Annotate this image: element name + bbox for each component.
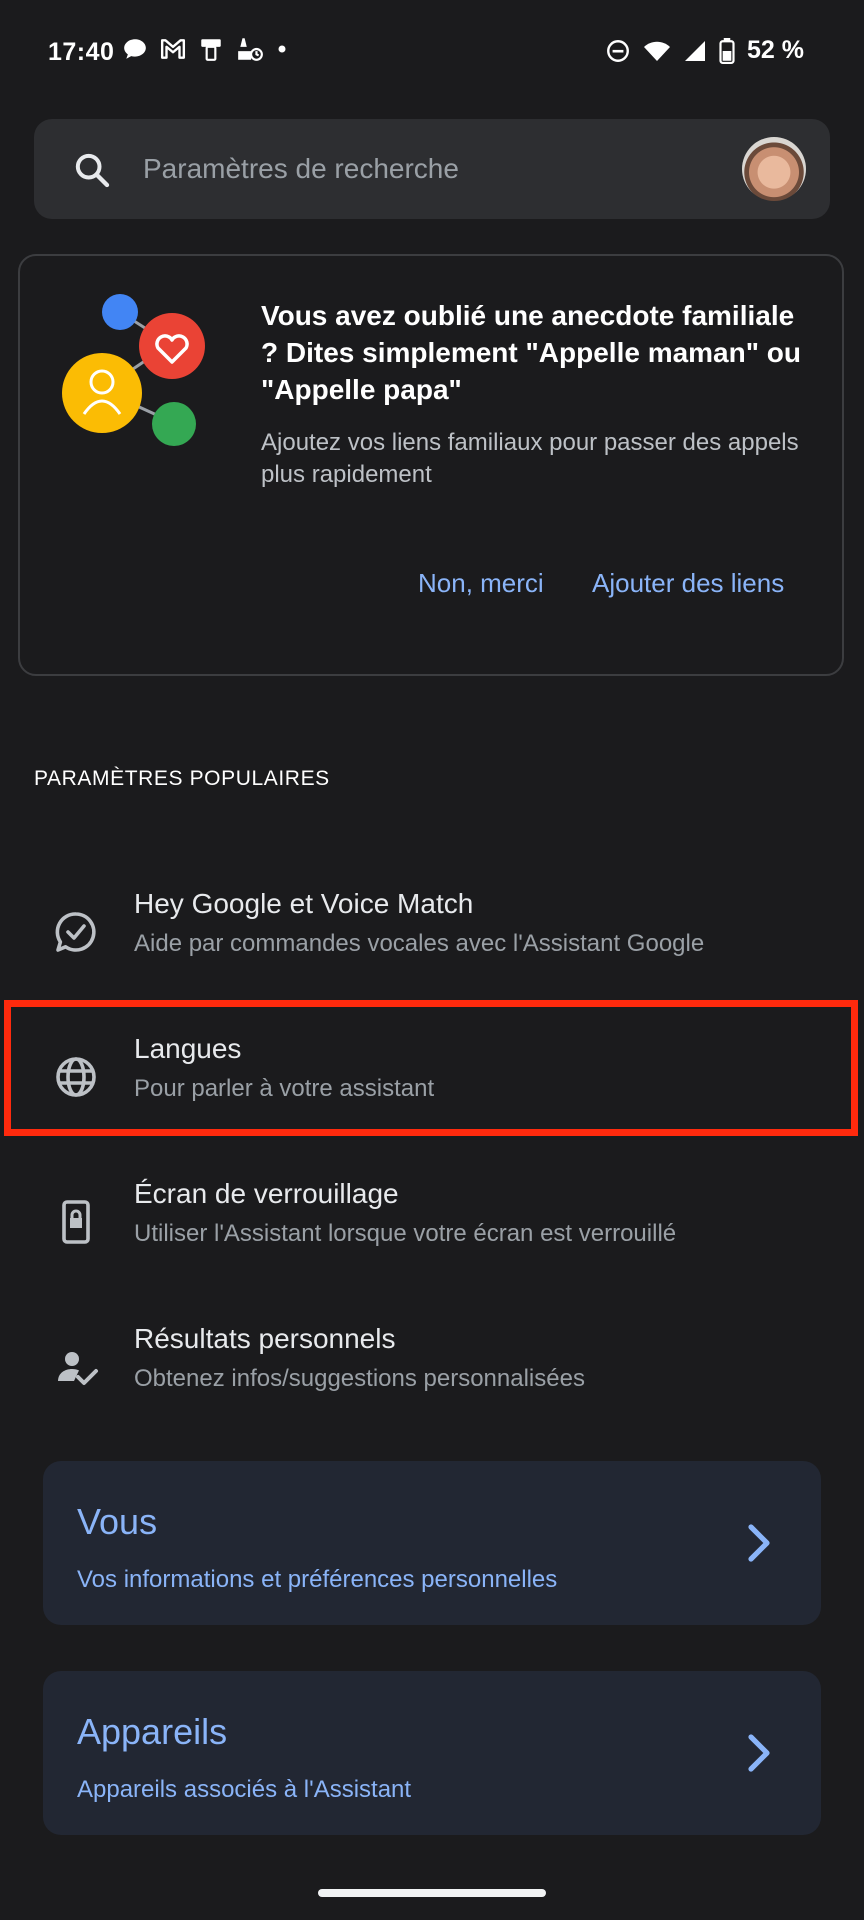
status-time: 17:40 xyxy=(48,38,115,66)
section-header: PARAMÈTRES POPULAIRES xyxy=(34,767,330,790)
wifi-icon xyxy=(644,41,671,61)
battery-percentage: 52 % xyxy=(747,36,804,64)
cleaning-icon xyxy=(238,38,263,61)
avatar[interactable] xyxy=(742,137,806,201)
setting-lock-screen[interactable]: Écran de verrouillage Utiliser l'Assista… xyxy=(0,1164,864,1284)
signal-icon xyxy=(685,40,706,61)
setting-subtitle: Obtenez infos/suggestions personnalisées xyxy=(134,1365,585,1392)
home-indicator[interactable] xyxy=(318,1889,546,1897)
chat-bubble-icon xyxy=(124,39,146,59)
status-left-icons xyxy=(122,36,288,62)
chevron-right-icon xyxy=(748,1734,770,1772)
setting-title: Écran de verrouillage xyxy=(134,1178,399,1209)
setting-personal-results[interactable]: Résultats personnels Obtenez infos/sugge… xyxy=(0,1309,864,1429)
setting-subtitle: Aide par commandes vocales avec l'Assist… xyxy=(134,930,705,957)
card-title: Vous xyxy=(77,1501,158,1542)
setting-voice-match[interactable]: Hey Google et Voice Match Aide par comma… xyxy=(0,874,864,994)
add-links-button[interactable]: Ajouter des liens xyxy=(592,568,784,599)
search-icon[interactable] xyxy=(72,150,112,190)
lock-screen-icon xyxy=(62,1200,90,1244)
promo-body: Ajoutez vos liens familiaux pour passer … xyxy=(261,429,799,488)
gmail-icon xyxy=(160,39,186,59)
dot-icon xyxy=(278,45,286,53)
card-title: Appareils xyxy=(77,1711,228,1752)
do-not-disturb-icon xyxy=(607,39,629,62)
card-devices[interactable]: Appareils Appareils associés à l'Assista… xyxy=(43,1671,821,1835)
family-links-illustration xyxy=(62,294,205,446)
card-you[interactable]: Vous Vos informations et préférences per… xyxy=(43,1461,821,1625)
setting-title: Résultats personnels xyxy=(134,1323,396,1354)
setting-subtitle: Utiliser l'Assistant lorsque votre écran… xyxy=(134,1220,677,1247)
card-subtitle: Appareils associés à l'Assistant xyxy=(77,1776,412,1803)
highlight-annotation xyxy=(4,1000,858,1136)
voice-match-icon xyxy=(55,912,96,952)
personal-results-icon xyxy=(58,1352,98,1385)
status-right-icons: 52 % xyxy=(605,36,804,65)
dismiss-button[interactable]: Non, merci xyxy=(418,568,544,599)
setting-title: Hey Google et Voice Match xyxy=(134,888,474,919)
search-input[interactable]: Paramètres de recherche xyxy=(143,153,459,185)
battery-icon xyxy=(719,37,735,64)
card-subtitle: Vos informations et préférences personne… xyxy=(77,1566,558,1593)
device-icon xyxy=(201,39,221,61)
chevron-right-icon xyxy=(748,1524,770,1562)
promo-title: Vous avez oublié une anecdote familiale … xyxy=(261,300,801,405)
